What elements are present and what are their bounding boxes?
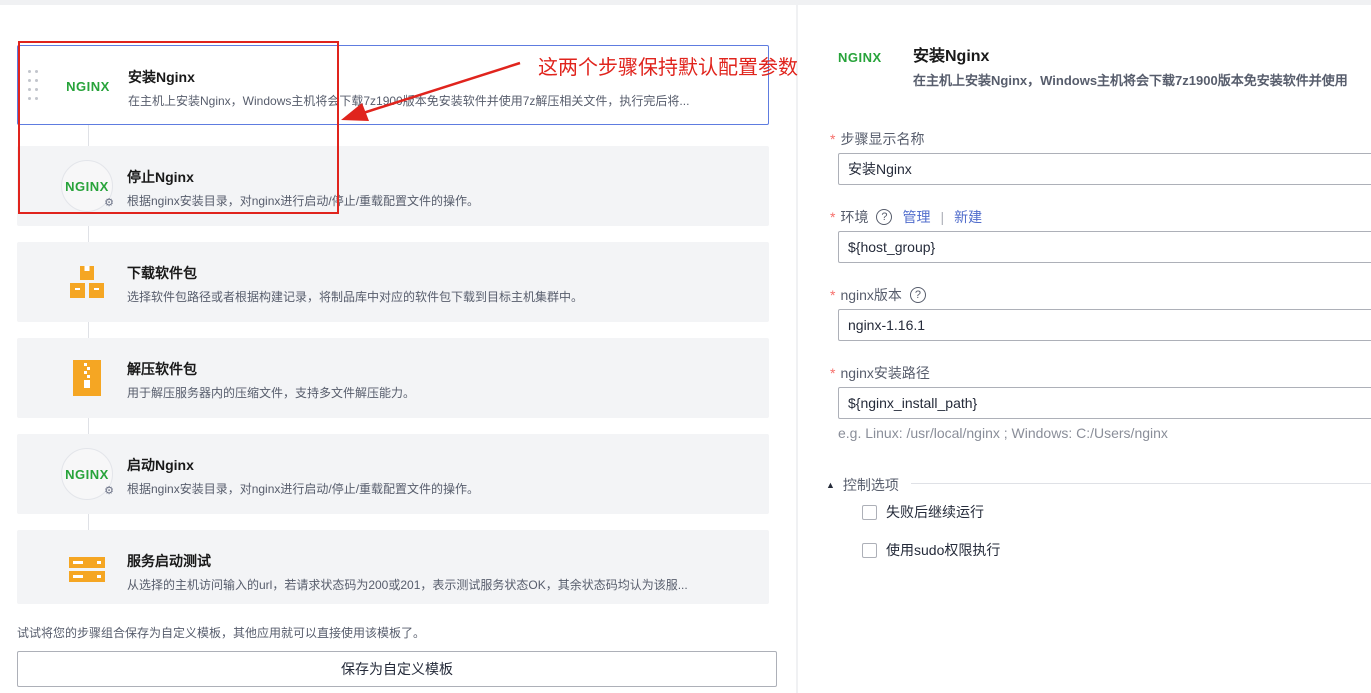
package-boxes-icon (61, 256, 113, 308)
server-icon (61, 544, 113, 596)
nginx-version-label: * nginx版本 ? (830, 285, 926, 305)
step-description: 根据nginx安装目录，对nginx进行启动/停止/重载配置文件的操作。 (127, 482, 480, 496)
step-description: 选择软件包路径或者根据构建记录，将制品库中对应的软件包下载到目标主机集群中。 (127, 290, 584, 304)
install-path-label: * nginx安装路径 (830, 365, 930, 381)
template-hint: 试试将您的步骤组合保存为自定义模板，其他应用就可以直接使用该模板了。 (17, 626, 426, 640)
help-icon[interactable]: ? (876, 209, 893, 225)
help-icon[interactable]: ? (909, 287, 926, 303)
caret-up-icon: ▲ (826, 480, 835, 490)
detail-title: 安装Nginx (913, 48, 990, 65)
step-description: 用于解压服务器内的压缩文件，支持多文件解压能力。 (127, 386, 416, 400)
new-link[interactable]: 新建 (954, 207, 982, 227)
step-title: 服务启动测试 (127, 553, 211, 569)
control-options-toggle[interactable]: ▲ 控制选项 (826, 475, 899, 495)
step-title: 启动Nginx (127, 457, 194, 473)
nginx-icon: NGINX ⚙ (61, 448, 114, 500)
link-separator: | (940, 209, 945, 225)
continue-on-failure-checkbox[interactable]: 失败后继续运行 (862, 502, 984, 522)
gear-icon: ⚙ (104, 485, 114, 497)
install-path-example: e.g. Linux: /usr/local/nginx ; Windows: … (838, 425, 1168, 441)
environment-select[interactable]: ${host_group} (838, 231, 1371, 263)
annotation-arrow-icon (341, 61, 521, 121)
step-card-start-nginx[interactable]: NGINX ⚙ 启动Nginx 根据nginx安装目录，对nginx进行启动/停止… (17, 434, 769, 514)
step-card-extract-package[interactable]: 解压软件包 用于解压服务器内的压缩文件，支持多文件解压能力。 (17, 338, 769, 418)
checkbox-icon[interactable] (862, 504, 877, 520)
detail-subtitle: 在主机上安装Nginx，Windows主机将会下载7z1900版本免安装软件并使… (913, 73, 1348, 88)
run-with-sudo-checkbox[interactable]: 使用sudo权限执行 (862, 540, 1000, 560)
nginx-version-select[interactable]: nginx-1.16.1 (838, 309, 1371, 341)
step-card-service-test[interactable]: 服务启动测试 从选择的主机访问输入的url，若请求状态码为200或201，表示测… (17, 530, 769, 604)
nginx-icon: NGINX (838, 50, 882, 65)
zip-file-icon (61, 352, 113, 404)
step-name-input[interactable]: 安装Nginx (838, 153, 1371, 185)
step-title: 解压软件包 (127, 361, 197, 377)
step-card-download-package[interactable]: 下载软件包 选择软件包路径或者根据构建记录，将制品库中对应的软件包下载到目标主机… (17, 242, 769, 322)
app: NGINX 安装Nginx 在主机上安装Nginx，Windows主机将会下载7… (0, 0, 1371, 693)
divider (911, 483, 1371, 484)
step-detail-panel: NGINX 安装Nginx 在主机上安装Nginx，Windows主机将会下载7… (798, 5, 1371, 693)
step-name-label: * 步骤显示名称 (830, 131, 925, 147)
install-path-input[interactable]: ${nginx_install_path} (838, 387, 1371, 419)
step-title: 下载软件包 (127, 265, 197, 281)
manage-link[interactable]: 管理 (902, 207, 930, 227)
environment-label: * 环境 ? 管理 | 新建 (830, 207, 983, 227)
save-template-button[interactable]: 保存为自定义模板 (17, 651, 777, 687)
checkbox-icon[interactable] (862, 542, 877, 558)
annotation-text: 这两个步骤保持默认配置参数即可 (538, 57, 838, 79)
step-description: 从选择的主机访问输入的url，若请求状态码为200或201，表示测试服务状态OK… (127, 578, 688, 592)
